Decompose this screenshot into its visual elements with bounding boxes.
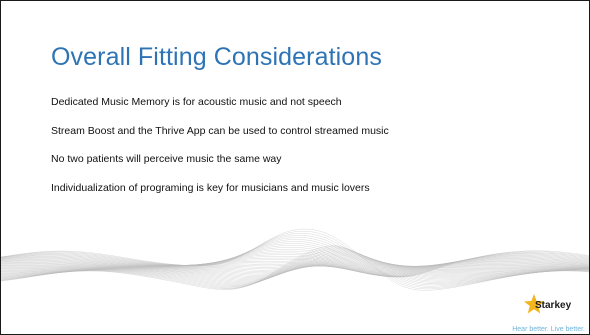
logo-wordmark: Starkey bbox=[535, 300, 572, 311]
starkey-logo: Starkey bbox=[511, 293, 571, 319]
bullet-item: Stream Boost and the Thrive App can be u… bbox=[51, 124, 389, 137]
slide: Overall Fitting Considerations Dedicated… bbox=[0, 0, 590, 335]
sound-wave-graphic bbox=[1, 228, 589, 291]
logo-tagline: Hear better. Live better. bbox=[512, 326, 585, 333]
bullet-item: No two patients will perceive music the … bbox=[51, 153, 282, 165]
bullet-list: Dedicated Music Memory is for acoustic m… bbox=[51, 96, 389, 210]
bullet-item: Dedicated Music Memory is for acoustic m… bbox=[51, 96, 342, 108]
slide-title: Overall Fitting Considerations bbox=[51, 43, 382, 71]
